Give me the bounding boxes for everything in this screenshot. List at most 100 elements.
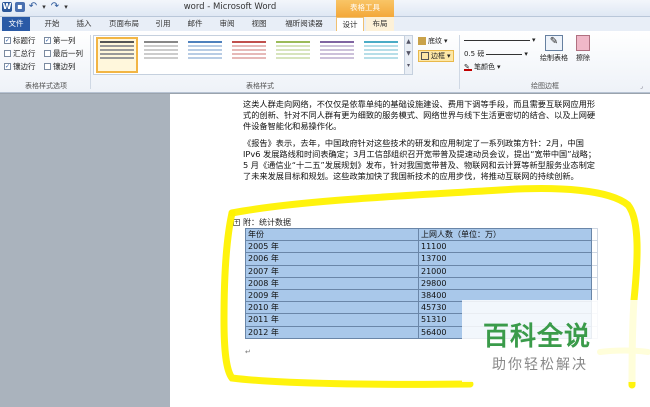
checkbox-checked-icon: ✓ <box>4 63 11 70</box>
title-bar: W ▪ ↶ ▾ ↷ ▾ word - Microsoft Word 表格工具 <box>0 0 650 17</box>
checkbox-checked-icon: ✓ <box>44 37 51 44</box>
end-of-row-mark <box>591 264 598 278</box>
watermark-title: 百科全说 <box>483 322 592 352</box>
customize-toolbar-icon[interactable]: ▾ <box>63 2 69 12</box>
table-row[interactable]: 2008 年 29800 <box>245 276 598 290</box>
last-column-checkbox[interactable]: 最后一列 <box>44 48 83 59</box>
chevron-down-icon: ▾ <box>532 36 536 44</box>
total-row-checkbox[interactable]: 汇总行 <box>4 48 36 59</box>
table-cell[interactable]: 2005 年 <box>245 240 419 254</box>
table-style-light-purple[interactable] <box>318 39 356 71</box>
ribbon-tabs: 文件 开始 插入 页面布局 引用 邮件 审阅 视图 福昕阅读器 设计 布局 <box>0 17 650 31</box>
paragraph[interactable]: 《报告》表示，去年，中国政府针对这些技术的研发和应用制定了一系列政策方针：2月，… <box>243 138 598 182</box>
first-column-checkbox[interactable]: ✓ 第一列 <box>44 35 76 46</box>
table-style-plain[interactable] <box>96 37 138 73</box>
end-of-row-mark <box>591 227 598 242</box>
table-header-row[interactable]: 年份 上网人数（单位：万） <box>245 227 598 242</box>
pen-color-button[interactable]: ✎ 笔颜色 ▾ <box>464 62 501 72</box>
checkbox-icon <box>4 50 11 57</box>
tab-mailings[interactable]: 邮件 <box>182 17 208 31</box>
table-cell[interactable]: 29800 <box>418 276 592 290</box>
table-row[interactable]: 2005 年 11100 <box>245 240 598 254</box>
chevron-down-icon: ▾ <box>444 37 448 45</box>
end-of-row-mark <box>591 240 598 254</box>
header-row-checkbox[interactable]: ✓ 标题行 <box>4 35 36 46</box>
banded-columns-checkbox[interactable]: 镶边列 <box>44 61 76 72</box>
draw-table-icon: ✎ <box>545 35 563 51</box>
tab-home[interactable]: 开始 <box>38 17 66 31</box>
table-cell[interactable]: 2007 年 <box>245 264 419 278</box>
paragraph[interactable]: 这类人群走向网络，不仅仅是依靠单纯的基础设施建设、费用下调等手段，而且需要互联网… <box>243 99 598 132</box>
table-styles-group-label: 表格样式 <box>246 82 274 90</box>
chevron-down-icon[interactable]: ▼ <box>405 48 412 60</box>
redo-icon[interactable]: ↷ <box>50 2 60 12</box>
borders-icon <box>421 52 429 60</box>
checkbox-checked-icon: ✓ <box>4 37 11 44</box>
table-cell[interactable]: 年份 <box>245 227 419 242</box>
checkbox-icon <box>44 50 51 57</box>
tab-references[interactable]: 引用 <box>150 17 176 31</box>
table-row[interactable]: 2007 年 21000 <box>245 264 598 278</box>
chevron-down-icon: ▾ <box>497 63 501 71</box>
tab-file[interactable]: 文件 <box>2 17 30 31</box>
chevron-down-icon: ▾ <box>524 50 528 58</box>
undo-icon[interactable]: ↶ <box>28 2 38 12</box>
line-style-select[interactable]: ▾ <box>464 36 536 44</box>
table-tools-context-title: 表格工具 <box>336 0 394 17</box>
end-of-row-mark <box>591 276 598 290</box>
group-divider <box>459 35 460 89</box>
gallery-scroll[interactable]: ▲ ▼ ▾ <box>404 36 412 74</box>
paint-bucket-icon <box>418 37 426 45</box>
table-cell[interactable]: 2010 年 <box>245 301 419 315</box>
style-options-group-label: 表格样式选项 <box>25 82 67 90</box>
draw-borders-group-label: 绘图边框 <box>531 82 559 90</box>
chevron-up-icon[interactable]: ▲ <box>405 36 412 48</box>
table-cell[interactable]: 上网人数（单位：万） <box>418 227 592 242</box>
pen-weight-select[interactable]: 0.5 磅 ▾ <box>464 49 528 59</box>
tab-insert[interactable]: 插入 <box>70 17 98 31</box>
checkbox-icon <box>44 63 51 70</box>
dialog-launcher-icon[interactable]: ⌟ <box>640 83 643 90</box>
table-cell[interactable]: 2006 年 <box>245 252 419 266</box>
table-style-light-blue[interactable] <box>186 39 224 71</box>
paragraph-mark: ↵ <box>245 348 251 356</box>
group-divider <box>90 35 91 89</box>
table-style-light-grey[interactable] <box>142 39 180 71</box>
table-style-light-green[interactable] <box>274 39 312 71</box>
table-style-light-red[interactable] <box>230 39 268 71</box>
banded-rows-checkbox[interactable]: ✓ 镶边行 <box>4 61 36 72</box>
undo-dropdown-icon[interactable]: ▾ <box>41 2 47 12</box>
draw-table-button[interactable]: ✎ 绘制表格 <box>540 35 568 63</box>
table-cell[interactable]: 21000 <box>418 264 592 278</box>
eraser-button[interactable]: 擦除 <box>576 35 590 63</box>
eraser-icon <box>576 35 590 51</box>
table-caption: + 附：统计数据 <box>233 218 291 227</box>
table-cell[interactable]: 2011 年 <box>245 313 419 327</box>
word-logo-icon[interactable]: W <box>2 2 12 12</box>
table-cell[interactable]: 2012 年 <box>245 325 419 339</box>
table-cell[interactable]: 2008 年 <box>245 276 419 290</box>
more-icon[interactable]: ▾ <box>405 60 412 72</box>
watermark-subtitle: 助你轻松解决 <box>492 357 588 373</box>
tab-design[interactable]: 设计 <box>336 17 364 31</box>
tab-view[interactable]: 视图 <box>246 17 272 31</box>
table-cell[interactable]: 11100 <box>418 240 592 254</box>
tab-review[interactable]: 审阅 <box>214 17 240 31</box>
line-style-sample <box>464 39 530 41</box>
borders-button[interactable]: 边框 ▾ <box>418 50 454 62</box>
weight-sample <box>486 53 523 55</box>
tab-foxit-reader[interactable]: 福昕阅读器 <box>278 17 330 31</box>
tab-page-layout[interactable]: 页面布局 <box>104 17 144 31</box>
quick-access-toolbar: W ▪ ↶ ▾ ↷ ▾ <box>2 2 69 12</box>
end-of-row-mark <box>591 252 598 266</box>
save-icon[interactable]: ▪ <box>15 2 25 12</box>
table-row[interactable]: 2006 年 13700 <box>245 252 598 266</box>
table-move-handle-icon[interactable]: + <box>233 219 240 226</box>
shading-button[interactable]: 底纹 ▾ <box>418 36 448 46</box>
table-style-light-aqua[interactable] <box>362 39 400 71</box>
window-title: word - Microsoft Word <box>183 2 277 12</box>
table-cell[interactable]: 2009 年 <box>245 288 419 303</box>
table-style-gallery[interactable]: ▲ ▼ ▾ <box>93 35 413 75</box>
tab-layout[interactable]: 布局 <box>366 17 394 31</box>
table-cell[interactable]: 13700 <box>418 252 592 266</box>
